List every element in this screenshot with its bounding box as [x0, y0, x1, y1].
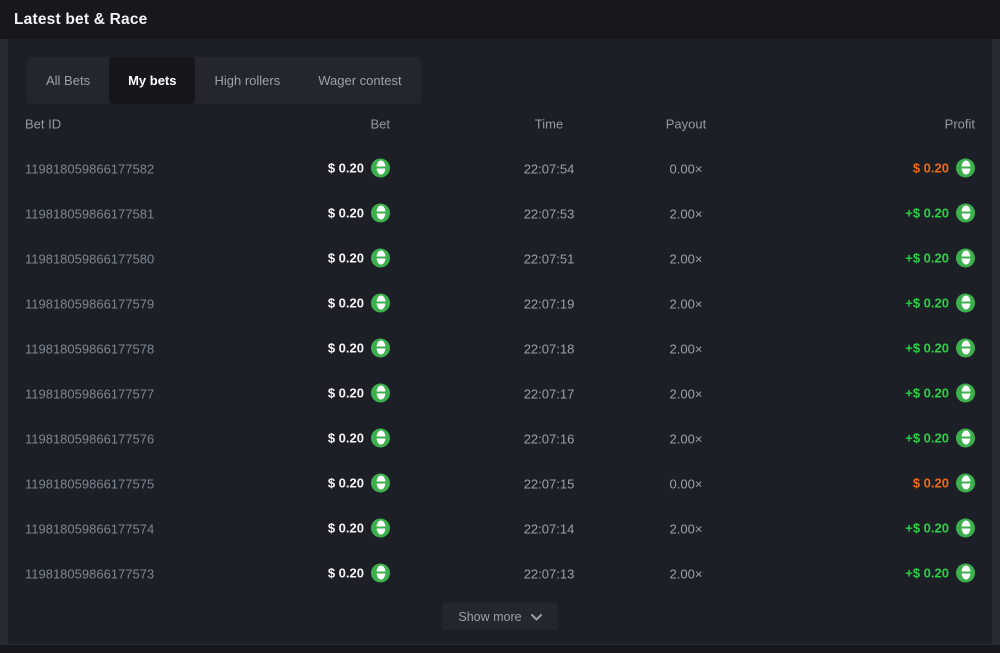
bet-payout: 0.00× [670, 161, 703, 176]
bet-payout: 2.00× [670, 341, 703, 356]
tab-wager-contest[interactable]: Wager contest [299, 57, 420, 104]
coin-icon [371, 518, 390, 537]
bet-profit: +$ 0.20 [905, 339, 975, 358]
bet-amount: $ 0.20 [328, 159, 390, 178]
bet-time: 22:07:19 [524, 296, 575, 311]
bet-amount: $ 0.20 [328, 474, 390, 493]
column-header-time: Time [535, 117, 563, 132]
bet-amount: $ 0.20 [328, 204, 390, 223]
table-row: 119818059866177578 $ 0.20 22:07:18 2.00×… [25, 326, 975, 371]
bets-tab-bar: All Bets My bets High rollers Wager cont… [27, 57, 421, 104]
coin-icon [371, 383, 390, 402]
coin-icon [371, 293, 390, 312]
tab-all-bets[interactable]: All Bets [27, 57, 109, 104]
bet-profit: $ 0.20 [913, 474, 975, 493]
coin-icon [956, 158, 975, 177]
bet-profit: +$ 0.20 [905, 294, 975, 313]
bet-profit: +$ 0.20 [905, 384, 975, 403]
coin-icon [371, 473, 390, 492]
chevron-down-icon [531, 610, 542, 624]
bet-profit: +$ 0.20 [905, 519, 975, 538]
bet-time: 22:07:16 [524, 431, 575, 446]
page-title: Latest bet & Race [14, 11, 147, 29]
table-row: 119818059866177576 $ 0.20 22:07:16 2.00×… [25, 416, 975, 461]
bet-time: 22:07:54 [524, 161, 575, 176]
bet-amount: $ 0.20 [328, 519, 390, 538]
coin-icon [371, 158, 390, 177]
bet-payout: 2.00× [670, 431, 703, 446]
page-header: Latest bet & Race [0, 0, 1000, 39]
coin-icon [371, 563, 390, 582]
bet-profit: +$ 0.20 [905, 429, 975, 448]
coin-icon [956, 248, 975, 267]
table-row: 119818059866177579 $ 0.20 22:07:19 2.00×… [25, 281, 975, 326]
table-row: 119818059866177573 $ 0.20 22:07:13 2.00×… [25, 551, 975, 596]
table-row: 119818059866177577 $ 0.20 22:07:17 2.00×… [25, 371, 975, 416]
bet-id[interactable]: 119818059866177581 [25, 206, 154, 221]
bet-time: 22:07:13 [524, 566, 575, 581]
coin-icon [956, 338, 975, 357]
bottom-strip [0, 645, 1000, 653]
coin-icon [956, 473, 975, 492]
column-header-bet-id: Bet ID [25, 117, 61, 132]
coin-icon [371, 203, 390, 222]
bet-amount: $ 0.20 [328, 429, 390, 448]
bet-id[interactable]: 119818059866177578 [25, 341, 154, 356]
bet-id[interactable]: 119818059866177577 [25, 386, 154, 401]
bet-payout: 2.00× [670, 386, 703, 401]
bet-amount: $ 0.20 [328, 294, 390, 313]
bet-payout: 2.00× [670, 251, 703, 266]
coin-icon [956, 293, 975, 312]
coin-icon [956, 563, 975, 582]
bets-table-body: 119818059866177582 $ 0.20 22:07:54 0.00×… [25, 146, 975, 596]
bet-time: 22:07:17 [524, 386, 575, 401]
tab-my-bets[interactable]: My bets [109, 57, 195, 104]
show-more-button[interactable]: Show more [442, 603, 557, 630]
bet-payout: 2.00× [670, 566, 703, 581]
bet-id[interactable]: 119818059866177575 [25, 476, 154, 491]
latest-bets-panel: All Bets My bets High rollers Wager cont… [8, 39, 992, 644]
bet-profit: +$ 0.20 [905, 564, 975, 583]
bet-amount: $ 0.20 [328, 564, 390, 583]
bet-payout: 2.00× [670, 296, 703, 311]
bet-id[interactable]: 119818059866177573 [25, 566, 154, 581]
bet-payout: 0.00× [670, 476, 703, 491]
bet-id[interactable]: 119818059866177579 [25, 296, 154, 311]
bet-id[interactable]: 119818059866177576 [25, 431, 154, 446]
bet-id[interactable]: 119818059866177574 [25, 521, 154, 536]
coin-icon [956, 203, 975, 222]
table-row: 119818059866177580 $ 0.20 22:07:51 2.00×… [25, 236, 975, 281]
bet-time: 22:07:53 [524, 206, 575, 221]
bet-profit: +$ 0.20 [905, 249, 975, 268]
bet-amount: $ 0.20 [328, 339, 390, 358]
bet-time: 22:07:51 [524, 251, 575, 266]
coin-icon [956, 428, 975, 447]
bet-id[interactable]: 119818059866177582 [25, 161, 154, 176]
column-header-profit: Profit [945, 117, 975, 132]
bet-id[interactable]: 119818059866177580 [25, 251, 154, 266]
bet-amount: $ 0.20 [328, 249, 390, 268]
bet-amount: $ 0.20 [328, 384, 390, 403]
table-row: 119818059866177582 $ 0.20 22:07:54 0.00×… [25, 146, 975, 191]
coin-icon [371, 338, 390, 357]
table-row: 119818059866177574 $ 0.20 22:07:14 2.00×… [25, 506, 975, 551]
table-row: 119818059866177581 $ 0.20 22:07:53 2.00×… [25, 191, 975, 236]
coin-icon [956, 383, 975, 402]
coin-icon [371, 248, 390, 267]
bet-time: 22:07:14 [524, 521, 575, 536]
bet-time: 22:07:15 [524, 476, 575, 491]
column-header-payout: Payout [666, 117, 706, 132]
table-row: 119818059866177575 $ 0.20 22:07:15 0.00×… [25, 461, 975, 506]
bet-payout: 2.00× [670, 521, 703, 536]
bet-profit: +$ 0.20 [905, 204, 975, 223]
column-header-bet: Bet [370, 117, 390, 132]
table-header: Bet ID Bet Time Payout Profit [25, 114, 975, 134]
bet-payout: 2.00× [670, 206, 703, 221]
coin-icon [371, 428, 390, 447]
tab-high-rollers[interactable]: High rollers [195, 57, 299, 104]
bet-profit: $ 0.20 [913, 159, 975, 178]
coin-icon [956, 518, 975, 537]
bet-time: 22:07:18 [524, 341, 575, 356]
